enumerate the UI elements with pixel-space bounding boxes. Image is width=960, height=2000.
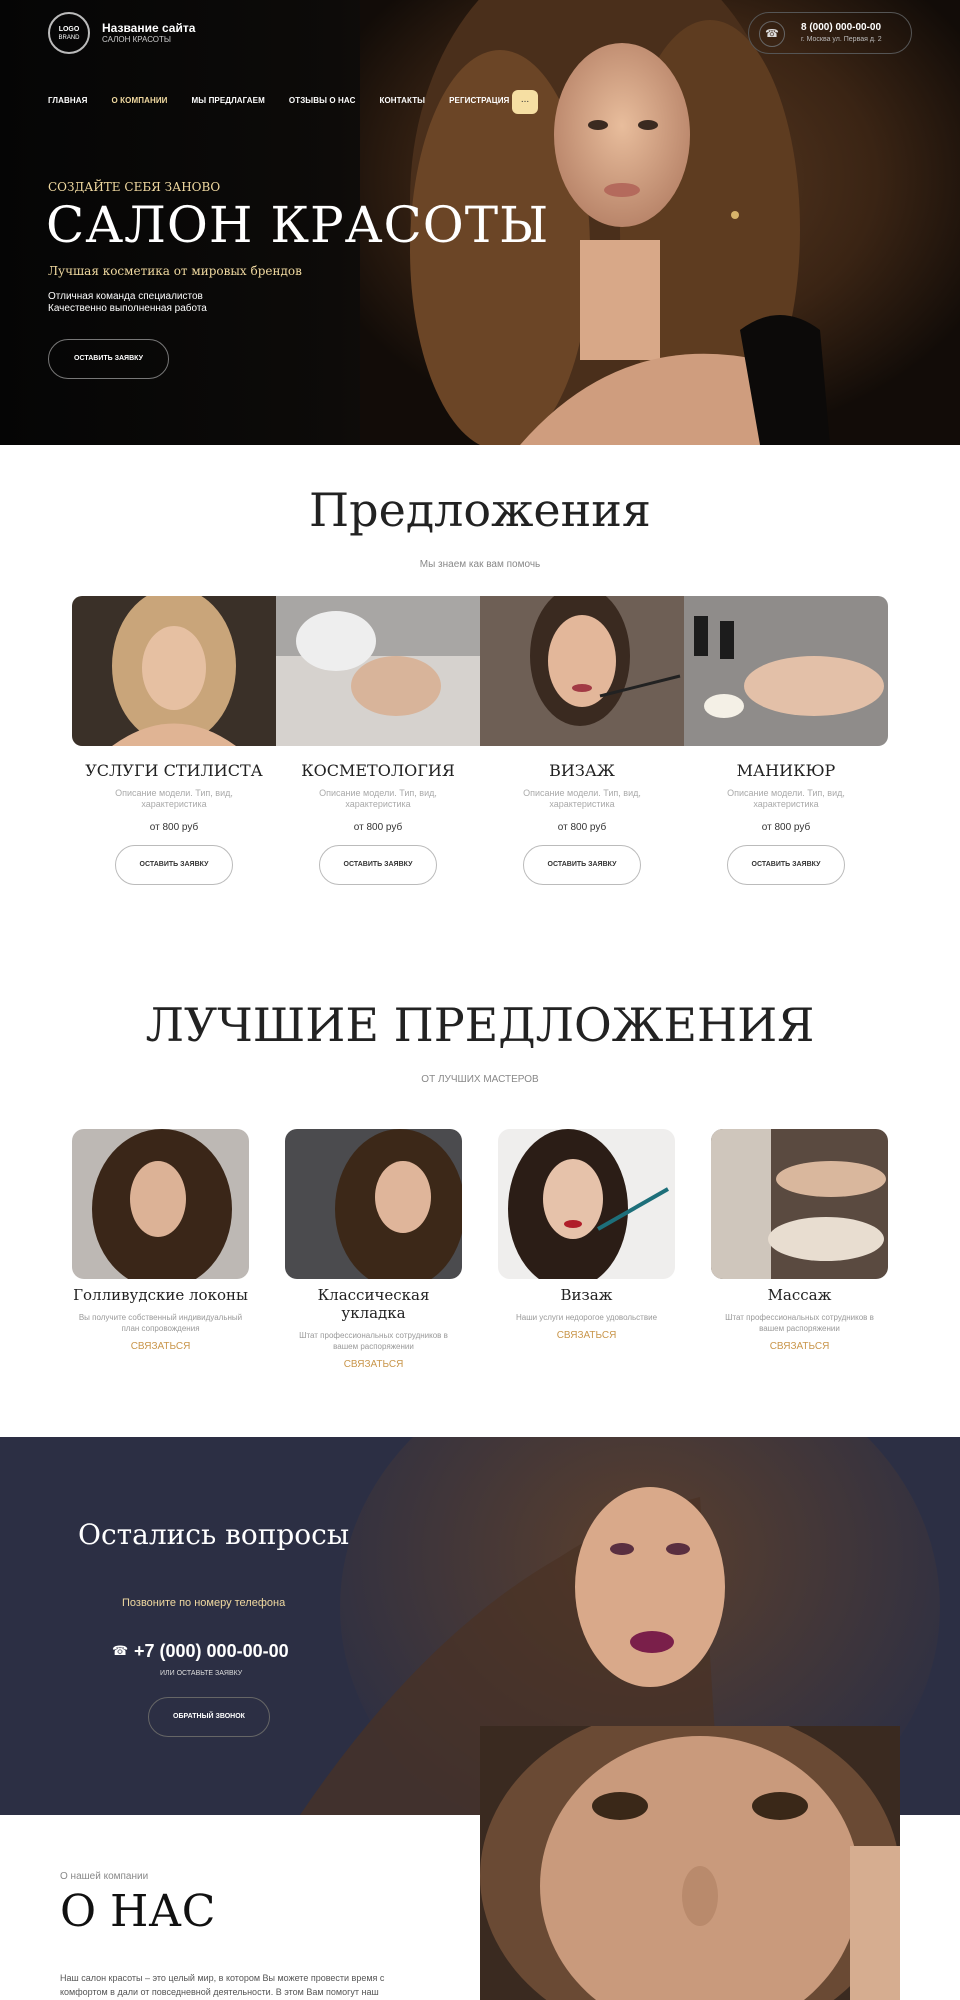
offer-request-button[interactable]: ОСТАВИТЬ ЗАЯВКУ [727,845,845,885]
hero-section: LOGO BRAND Название сайта САЛОН КРАСОТЫ … [0,0,960,445]
hero-kicker: СОЗДАЙТЕ СЕБЯ ЗАНОВО [48,180,221,194]
nav-item-company[interactable]: О КОМПАНИИ [112,96,168,105]
header-contact[interactable]: ☎ 8 (000) 000-00-00 г. Москва ул. Первая… [748,12,912,54]
cosmetology-photo [276,596,480,746]
best-offer-name: Визаж [560,1286,613,1304]
best-offers-title: ЛУЧШИЕ ПРЕДЛОЖЕНИЯ [145,998,815,1052]
best-offer-card: Массаж Штат профессиональных сотрудников… [711,1286,888,1352]
main-nav: ГЛАВНАЯ О КОМПАНИИ МЫ ПРЕДЛАГАЕМ ОТЗЫВЫ … [48,96,533,105]
questions-title: Остались вопросы [78,1518,350,1551]
offer-description: Описание модели. Тип, вид, характеристик… [727,788,845,809]
offers-subtitle: Мы знаем как вам помочь [419,559,541,570]
about-text: Наш салон красоты – это целый мир, в кот… [60,1973,385,1997]
offer-request-button[interactable]: ОСТАВИТЬ ЗАЯВКУ [115,845,233,885]
nav-item-registration[interactable]: РЕГИСТРАЦИЯ [449,96,509,105]
about-title: О НАС [60,1886,216,1937]
visage-photo [498,1129,675,1279]
nav-item-home[interactable]: ГЛАВНАЯ [48,96,88,105]
header-address: г. Москва ул. Первая д. 2 [801,36,882,43]
offer-name: КОСМЕТОЛОГИЯ [301,761,455,780]
hero-request-button[interactable]: ОСТАВИТЬ ЗАЯВКУ [48,339,169,379]
questions-or-label: ИЛИ ОСТАВЬТЕ ЗАЯВКУ [160,1670,243,1677]
hero-tagline: Лучшая косметика от мировых брендов [48,264,302,278]
site-name: Название сайта [102,21,196,35]
best-offer-card: Классическая укладка Штат профессиональн… [285,1286,462,1370]
contact-link[interactable]: СВЯЗАТЬСЯ [711,1341,888,1352]
about-portrait-image [480,1726,900,2000]
offer-name: ВИЗАЖ [549,761,615,780]
nav-item-reviews[interactable]: ОТЗЫВЫ О НАС [289,96,356,105]
hero-title: САЛОН КРАСОТЫ [46,196,550,254]
callback-button[interactable]: ОБРАТНЫЙ ЗВОНОК [148,1697,270,1737]
classic-styling-photo [285,1129,462,1279]
header-phone[interactable]: 8 (000) 000-00-00 [801,22,881,33]
site-subtitle: САЛОН КРАСОТЫ [102,35,171,44]
questions-call-label: Позвоните по номеру телефона [122,1597,286,1609]
offer-description: Описание модели. Тип, вид, характеристик… [523,788,641,809]
offer-price: от 800 руб [149,822,199,833]
offer-price: от 800 руб [557,822,607,833]
offer-card: ВИЗАЖ Описание модели. Тип, вид, характе… [480,761,684,885]
best-offer-name: Массаж [767,1286,832,1304]
offer-card: КОСМЕТОЛОГИЯ Описание модели. Тип, вид, … [276,761,480,885]
offer-request-button[interactable]: ОСТАВИТЬ ЗАЯВКУ [319,845,437,885]
best-offer-description: Вы получите собственный индивидуальный п… [78,1313,243,1333]
offer-price: от 800 руб [761,822,811,833]
best-offers-subtitle: ОТ ЛУЧШИХ МАСТЕРОВ [421,1074,539,1085]
best-offer-description: Штат профессиональных сотрудников в ваше… [299,1331,448,1351]
contact-link[interactable]: СВЯЗАТЬСЯ [72,1341,249,1352]
offer-card: МАНИКЮР Описание модели. Тип, вид, харак… [684,761,888,885]
best-offer-name: Голливудские локоны [73,1286,248,1304]
offer-name: УСЛУГИ СТИЛИСТА [85,761,263,780]
stylist-photo [72,596,276,746]
phone-icon: ☎ [112,1643,129,1658]
best-offer-card: Голливудские локоны Вы получите собствен… [72,1286,249,1352]
hero-feature-1: Отличная команда специалистов [48,291,203,302]
nav-item-offers[interactable]: МЫ ПРЕДЛАГАЕМ [192,96,265,105]
offers-title: Предложения [309,483,651,537]
contact-link[interactable]: СВЯЗАТЬСЯ [498,1330,675,1341]
best-offer-description: Наши услуги недорогое удовольствие [515,1313,658,1322]
about-kicker: О нашей компании [60,1871,149,1882]
logo-text: LOGO [58,26,80,33]
offer-description: Описание модели. Тип, вид, характеристик… [115,788,233,809]
offer-card: УСЛУГИ СТИЛИСТА Описание модели. Тип, ви… [72,761,276,885]
questions-phone[interactable]: +7 (000) 000-00-00 [134,1641,289,1662]
nav-item-contacts[interactable]: КОНТАКТЫ [379,96,425,105]
makeup-photo [480,596,684,746]
offer-description: Описание модели. Тип, вид, характеристик… [319,788,437,809]
nav-more-button[interactable]: ... [512,90,538,114]
phone-icon[interactable]: ☎ [759,21,785,47]
best-offer-description: Штат профессиональных сотрудников в ваше… [725,1313,874,1333]
offer-name: МАНИКЮР [736,761,836,780]
hollywood-curls-photo [72,1129,249,1279]
hero-feature-2: Качественно выполненная работа [48,303,207,314]
best-offer-card: Визаж Наши услуги недорогое удовольствие… [498,1286,675,1341]
offers-image-strip [72,596,888,746]
massage-photo [711,1129,888,1279]
offer-request-button[interactable]: ОСТАВИТЬ ЗАЯВКУ [523,845,641,885]
logo[interactable]: LOGO BRAND [48,12,90,54]
contact-link[interactable]: СВЯЗАТЬСЯ [285,1359,462,1370]
offer-price: от 800 руб [353,822,403,833]
manicure-photo [684,596,888,746]
best-offer-name: Классическая укладка [317,1286,430,1322]
logo-subtext: BRAND [58,35,80,41]
